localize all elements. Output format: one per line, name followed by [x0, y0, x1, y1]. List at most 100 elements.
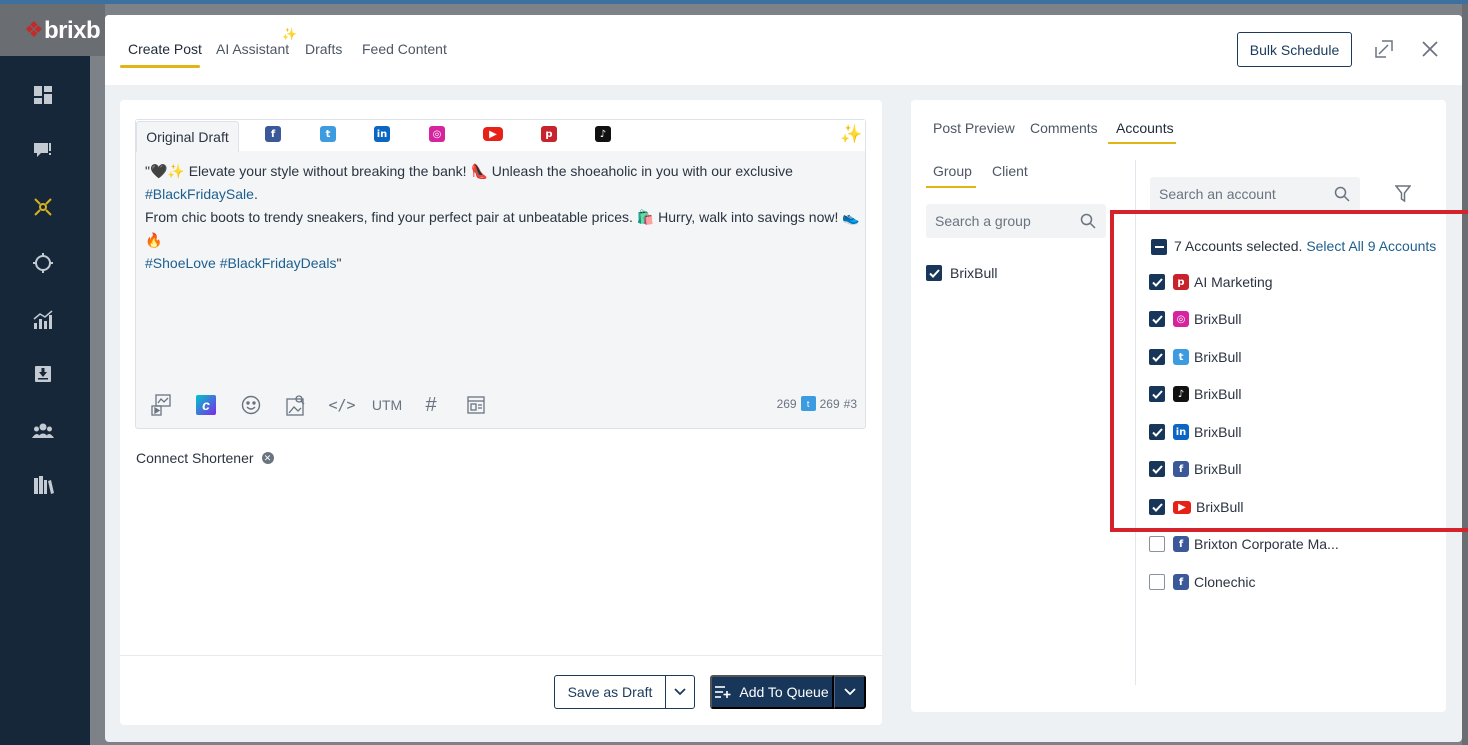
ai-generate-icon[interactable]: ✨: [840, 124, 862, 145]
account-name: Brixton Corporate Ma...: [1194, 536, 1339, 552]
inbox-download-icon[interactable]: [28, 359, 58, 389]
post-text-punct: .: [253, 186, 258, 202]
account-name: BrixBull: [1194, 349, 1242, 365]
account-name: BrixBull: [1194, 424, 1242, 440]
active-subtab-indicator: [926, 186, 976, 188]
twitter-icon: t: [1173, 349, 1189, 365]
queue-icon: [715, 686, 731, 698]
checkbox-unchecked[interactable]: [1149, 574, 1165, 590]
add-to-queue-button[interactable]: Add To Queue: [710, 675, 834, 709]
checkbox-checked[interactable]: [1149, 499, 1165, 515]
account-name: BrixBull: [1194, 461, 1242, 477]
account-item[interactable]: ◎ BrixBull: [1149, 309, 1429, 329]
checkbox-checked[interactable]: [1149, 461, 1165, 477]
linkedin-icon: in: [1173, 424, 1189, 440]
tab-post-preview[interactable]: Post Preview: [933, 120, 1015, 136]
target-icon[interactable]: [28, 248, 58, 278]
compose-icon[interactable]: [28, 135, 58, 165]
checkbox-checked[interactable]: [1149, 424, 1165, 440]
emoji-icon[interactable]: [240, 392, 262, 418]
window-top-border: [0, 0, 1468, 4]
minimize-icon[interactable]: [1372, 37, 1396, 61]
tab-create-post[interactable]: Create Post: [128, 41, 202, 57]
filter-icon[interactable]: [1391, 182, 1415, 206]
tab-accounts[interactable]: Accounts: [1116, 120, 1174, 136]
tab-original-draft[interactable]: Original Draft: [136, 121, 239, 152]
utm-button[interactable]: UTM: [372, 392, 402, 418]
account-item[interactable]: ▶ BrixBull: [1149, 497, 1429, 517]
post-text[interactable]: "🖤✨ Elevate your style without breaking …: [145, 160, 860, 275]
twitter-count-icon: t: [800, 396, 816, 411]
search-icon: [1080, 213, 1096, 229]
select-all-link[interactable]: Select All 9 Accounts: [1306, 238, 1436, 254]
code-icon[interactable]: </>: [328, 392, 355, 418]
library-icon[interactable]: [28, 470, 58, 500]
canva-icon[interactable]: c: [195, 392, 217, 418]
twitter-char-count: 269: [819, 396, 840, 411]
tiktok-icon[interactable]: ♪: [595, 126, 611, 142]
account-item[interactable]: in BrixBull: [1149, 422, 1429, 442]
connect-shortener[interactable]: Connect Shortener ✕: [136, 450, 274, 466]
account-item[interactable]: p AI Marketing: [1149, 272, 1429, 292]
team-icon[interactable]: [28, 416, 58, 446]
select-all-checkbox[interactable]: [1151, 239, 1167, 255]
character-counts: 269 t 269 #3: [777, 396, 857, 411]
remove-icon[interactable]: ✕: [261, 452, 274, 464]
twitter-icon[interactable]: t: [320, 126, 336, 142]
composer-panel: Original Draft f t in ◎ ▶ p ♪ ✨ "🖤✨ Elev…: [120, 100, 882, 725]
template-icon[interactable]: [465, 392, 487, 418]
network-icon[interactable]: [28, 192, 58, 222]
checkbox-checked[interactable]: [1149, 311, 1165, 327]
group-item-brixbull[interactable]: BrixBull: [926, 263, 1076, 283]
facebook-icon: f: [1173, 536, 1189, 552]
tab-group[interactable]: Group: [933, 163, 972, 179]
tab-ai-assistant[interactable]: AI Assistant: [216, 41, 289, 57]
chevron-down-icon: [843, 688, 856, 696]
account-item[interactable]: f Brixton Corporate Ma...: [1149, 534, 1429, 554]
add-to-queue-dropdown[interactable]: [834, 675, 866, 709]
dashboard-icon[interactable]: [28, 80, 58, 110]
linkedin-icon[interactable]: in: [374, 126, 390, 142]
ai-sparkle-icon: ✨: [282, 27, 297, 41]
pinterest-icon[interactable]: p: [541, 126, 557, 142]
tab-feed-content[interactable]: Feed Content: [362, 41, 447, 57]
analytics-icon[interactable]: [28, 305, 58, 335]
tab-drafts[interactable]: Drafts: [305, 41, 342, 57]
instagram-icon: ◎: [1173, 311, 1189, 327]
account-item[interactable]: f Clonechic: [1149, 572, 1429, 592]
bulk-schedule-button[interactable]: Bulk Schedule: [1237, 32, 1352, 67]
app-logo: ❖ brixb: [0, 4, 105, 56]
group-search-input[interactable]: Search a group: [926, 204, 1106, 238]
account-item[interactable]: t BrixBull: [1149, 347, 1429, 367]
account-item[interactable]: f BrixBull: [1149, 459, 1429, 479]
media-library-icon[interactable]: [150, 392, 172, 418]
chevron-down-icon: [674, 688, 686, 696]
hashtag-icon[interactable]: #: [420, 392, 442, 418]
close-icon[interactable]: [1418, 37, 1442, 61]
post-text-line1: "🖤✨ Elevate your style without breaking …: [145, 163, 793, 179]
image-search-icon[interactable]: [285, 392, 307, 418]
preview-panel: Post Preview Comments Accounts Group Cli…: [911, 100, 1446, 712]
tab-client[interactable]: Client: [992, 163, 1028, 179]
account-item[interactable]: ♪ BrixBull: [1149, 384, 1429, 404]
tab-comments[interactable]: Comments: [1030, 120, 1098, 136]
checkbox-checked[interactable]: [1149, 386, 1165, 402]
youtube-icon: ▶: [1173, 501, 1191, 514]
connect-shortener-label[interactable]: Connect Shortener: [136, 450, 254, 466]
checkbox-unchecked[interactable]: [1149, 536, 1165, 552]
account-search-input[interactable]: Search an account: [1150, 177, 1360, 211]
save-as-draft-button[interactable]: Save as Draft: [554, 675, 666, 709]
active-tab-indicator: [1108, 142, 1176, 144]
instagram-icon[interactable]: ◎: [429, 126, 445, 142]
checkbox-checked[interactable]: [926, 265, 942, 281]
group-name: BrixBull: [950, 265, 998, 281]
search-icon: [1334, 186, 1350, 202]
checkbox-checked[interactable]: [1149, 274, 1165, 290]
youtube-icon[interactable]: ▶: [483, 127, 503, 141]
save-draft-dropdown[interactable]: [665, 675, 695, 709]
group-search-placeholder: Search a group: [935, 213, 1031, 229]
checkbox-checked[interactable]: [1149, 349, 1165, 365]
facebook-icon[interactable]: f: [265, 126, 281, 142]
account-name: BrixBull: [1194, 311, 1242, 327]
post-editor[interactable]: Original Draft f t in ◎ ▶ p ♪ ✨ "🖤✨ Elev…: [135, 119, 866, 429]
